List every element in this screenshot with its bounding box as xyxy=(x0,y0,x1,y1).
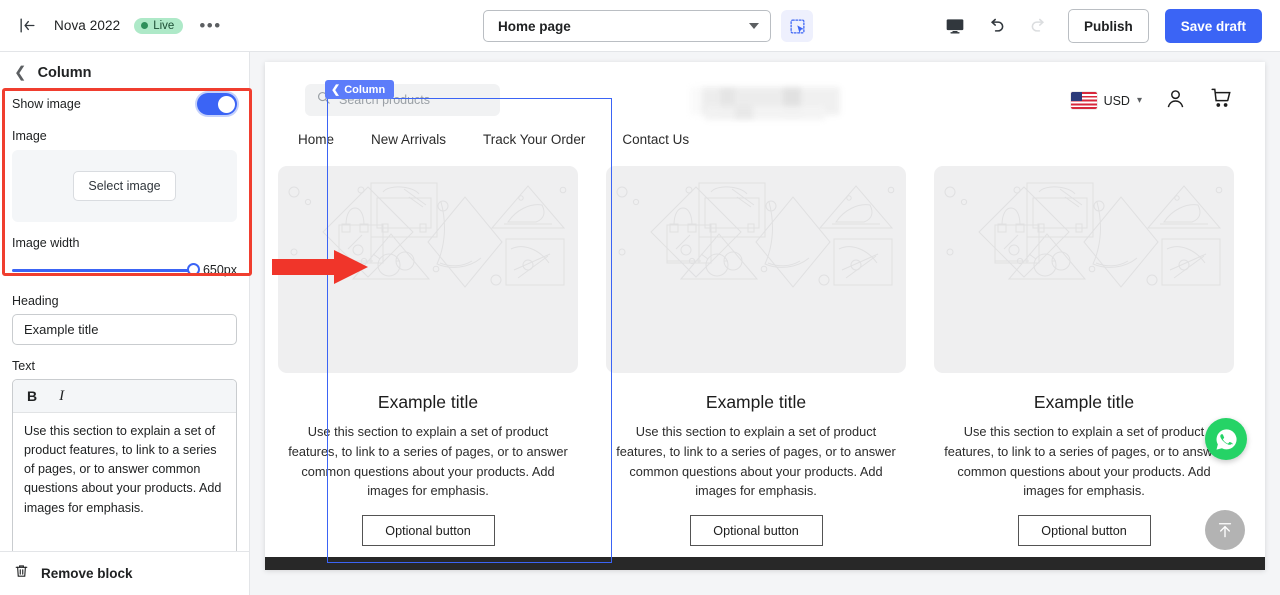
sidebar-header: ❮ Column xyxy=(0,56,249,89)
image-dropzone[interactable]: Select image xyxy=(12,150,237,222)
marquee-select-icon[interactable] xyxy=(781,10,813,42)
rte-toolbar: B I xyxy=(13,380,236,413)
publish-button[interactable]: Publish xyxy=(1067,9,1149,43)
store-name: Nova 2022 xyxy=(54,18,121,33)
site-preview-canvas: Search products USD ▾ Home New Arrivals … xyxy=(265,62,1265,570)
image-label: Image xyxy=(12,129,47,143)
product-placeholder-illustration[interactable] xyxy=(278,166,578,373)
storefront-nav: Home New Arrivals Track Your Order Conta… xyxy=(265,132,1265,147)
heading-input[interactable] xyxy=(12,314,237,345)
selected-block-tag[interactable]: ❮ Column xyxy=(325,80,395,99)
italic-button[interactable]: I xyxy=(59,388,64,405)
toolbar-center-group: Home page xyxy=(483,10,813,42)
undo-icon[interactable] xyxy=(984,13,1010,39)
card-text: Use this section to explain a set of pro… xyxy=(944,424,1224,499)
text-label: Text xyxy=(12,359,35,373)
chevron-left-icon[interactable]: ❮ xyxy=(14,65,27,80)
header-right-group: USD ▾ xyxy=(1070,86,1233,115)
select-image-button[interactable]: Select image xyxy=(73,171,176,201)
optional-button[interactable]: Optional button xyxy=(1017,515,1151,547)
status-dot-icon xyxy=(141,22,149,29)
shopping-cart-icon[interactable] xyxy=(1209,86,1233,115)
bold-button[interactable]: B xyxy=(27,388,37,404)
card-text: Use this section to explain a set of pro… xyxy=(616,424,896,499)
optional-button[interactable]: Optional button xyxy=(361,515,495,547)
top-toolbar: Nova 2022 Live ••• Home page Publish Sav… xyxy=(0,0,1280,52)
multicolumn-section: Example title Use this section to explai… xyxy=(265,166,1265,547)
image-width-slider[interactable] xyxy=(12,263,200,276)
page-builder-app: Nova 2022 Live ••• Home page Publish Sav… xyxy=(0,0,1280,595)
toolbar-right-group: Publish Save draft xyxy=(942,9,1262,43)
remove-block-button[interactable]: Remove block xyxy=(0,551,249,595)
image-width-slider-row: 650px xyxy=(12,263,237,277)
exit-icon[interactable] xyxy=(14,13,40,39)
column-card[interactable]: Example title Use this section to explai… xyxy=(934,166,1234,547)
show-image-toggle[interactable] xyxy=(197,93,237,115)
page-selector-value: Home page xyxy=(498,18,571,34)
us-flag-icon xyxy=(1070,92,1097,109)
card-title: Example title xyxy=(705,392,807,412)
scroll-to-top-icon[interactable] xyxy=(1205,510,1245,550)
chevron-left-icon: ❮ xyxy=(331,84,341,96)
rich-text-editor: B I Use this section to explain a set of… xyxy=(12,379,237,559)
desktop-preview-icon[interactable] xyxy=(942,13,968,39)
remove-block-label: Remove block xyxy=(41,566,133,581)
user-account-icon[interactable] xyxy=(1164,87,1187,115)
trash-icon xyxy=(14,563,29,584)
card-title: Example title xyxy=(1033,392,1135,412)
product-placeholder-illustration[interactable] xyxy=(934,166,1234,373)
nav-item-home[interactable]: Home xyxy=(298,132,334,147)
card-title: Example title xyxy=(377,392,479,412)
settings-sidebar: ❮ Column Show image Image Select image I… xyxy=(0,52,250,595)
redo-icon xyxy=(1026,13,1052,39)
nav-item-new-arrivals[interactable]: New Arrivals xyxy=(371,132,446,147)
page-title: Column xyxy=(37,64,92,81)
whatsapp-icon[interactable] xyxy=(1205,418,1247,460)
rte-text-area[interactable]: Use this section to explain a set of pro… xyxy=(13,413,236,558)
toggle-knob xyxy=(217,95,235,113)
sidebar-body: Show image Image Select image Image widt… xyxy=(0,93,249,559)
image-width-value: 650px xyxy=(202,263,237,277)
product-placeholder-illustration[interactable] xyxy=(606,166,906,373)
storefront-footer-strip xyxy=(265,557,1265,570)
toolbar-left-group: Nova 2022 Live ••• xyxy=(0,13,224,39)
store-logo-subtext xyxy=(705,106,825,120)
status-badge: Live xyxy=(134,17,184,34)
status-label: Live xyxy=(153,19,175,32)
slider-handle[interactable] xyxy=(186,263,200,276)
storefront-header: Search products USD ▾ Home New Arrivals … xyxy=(265,62,1265,172)
show-image-label: Show image xyxy=(12,97,81,111)
page-selector[interactable]: Home page xyxy=(483,10,771,42)
nav-item-contact-us[interactable]: Contact Us xyxy=(622,132,689,147)
card-text: Use this section to explain a set of pro… xyxy=(288,424,568,499)
currency-label: USD xyxy=(1103,93,1130,108)
show-image-row: Show image xyxy=(12,93,237,115)
currency-selector[interactable]: USD ▾ xyxy=(1070,92,1142,109)
column-card[interactable]: Example title Use this section to explai… xyxy=(606,166,906,547)
chevron-down-icon: ▾ xyxy=(1136,95,1142,106)
save-draft-button[interactable]: Save draft xyxy=(1164,9,1262,43)
column-card[interactable]: Example title Use this section to explai… xyxy=(278,166,578,547)
chevron-down-icon xyxy=(749,23,759,29)
selected-block-tag-label: Column xyxy=(344,83,386,96)
image-width-label: Image width xyxy=(12,236,80,250)
heading-label: Heading xyxy=(12,294,59,308)
nav-item-track-your-order[interactable]: Track Your Order xyxy=(483,132,585,147)
optional-button[interactable]: Optional button xyxy=(689,515,823,547)
more-options-button[interactable]: ••• xyxy=(197,17,223,34)
